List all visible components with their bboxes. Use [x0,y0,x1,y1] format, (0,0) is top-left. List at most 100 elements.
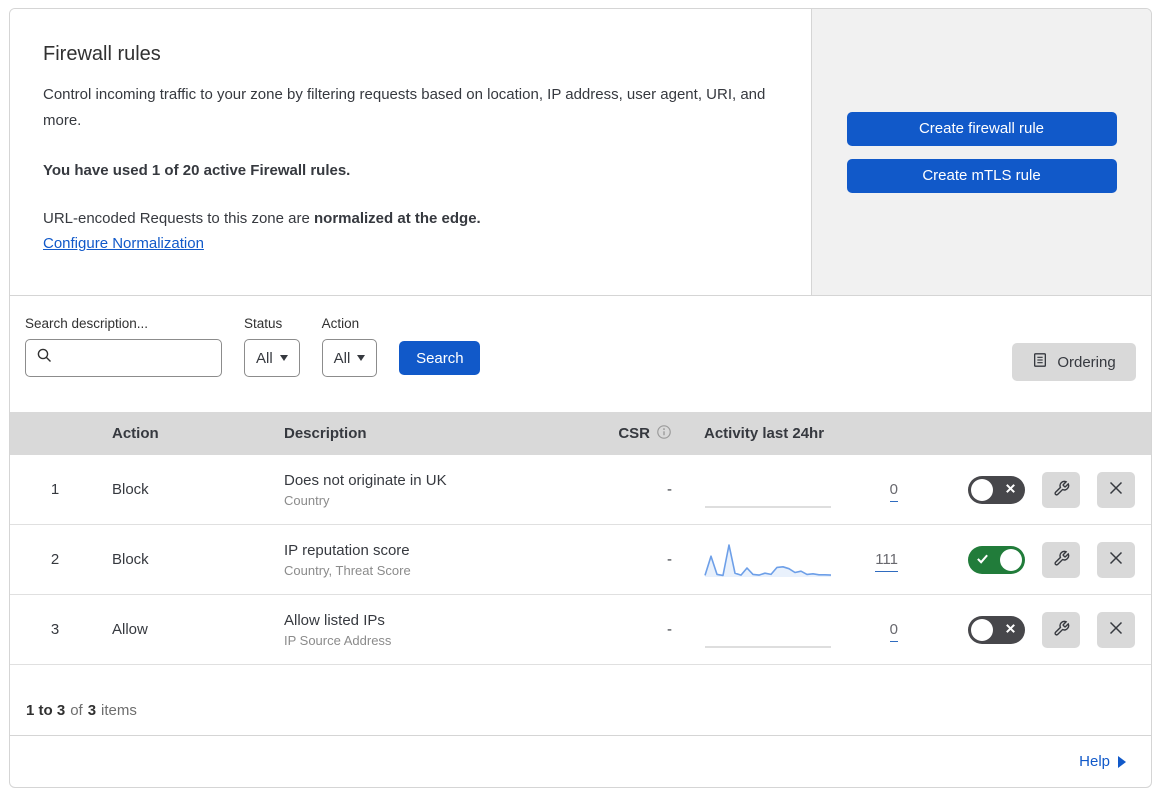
help-link-label: Help [1079,753,1110,770]
close-icon [1107,549,1125,570]
header-actions-panel: Create firewall rule Create mTLS rule [811,9,1151,295]
column-csr-label: CSR [618,425,650,442]
help-link[interactable]: Help [1079,753,1126,770]
activity-count-link[interactable]: 0 [889,620,898,642]
column-activity: Activity last 24hr [704,425,825,442]
rule-number: 1 [50,481,60,498]
edit-rule-button[interactable] [1042,611,1080,648]
rule-activity-cell: 111 [682,540,904,580]
close-icon [1107,479,1125,500]
action-dropdown-value: All [333,349,351,367]
ordering-button-label: Ordering [1057,353,1116,371]
activity-sparkline [704,470,834,510]
header-text-block: Firewall rules Control incoming traffic … [10,9,811,295]
chevron-right-icon [1118,755,1126,768]
info-icon[interactable] [656,424,672,444]
rule-number: 3 [50,621,60,638]
check-icon [976,552,989,570]
search-label: Search description... [25,316,149,331]
page-title: Firewall rules [43,43,161,65]
activity-sparkline [704,610,834,650]
create-firewall-rule-button[interactable]: Create firewall rule [846,111,1117,146]
table-row: 2 Block IP reputation score Country, Thr… [10,525,1151,595]
rule-fields: Country, Threat Score [284,562,411,578]
rule-description: Allow listed IPs [284,611,385,629]
status-dropdown[interactable]: All [244,339,300,377]
delete-rule-button[interactable] [1097,471,1135,508]
rule-description-cell: Allow listed IPs IP Source Address [274,612,592,648]
x-icon [1004,622,1017,640]
firewall-rules-panel: Firewall rules Control incoming traffic … [9,8,1152,788]
column-description: Description [284,425,367,442]
toggle-knob [971,478,993,501]
table-header: Action Description CSR Activity last 24h… [10,412,1151,455]
wrench-icon [1053,480,1070,500]
edit-rule-button[interactable] [1042,541,1080,578]
page-description: Control incoming traffic to your zone by… [43,86,766,129]
rule-controls [904,541,1151,578]
column-action: Action [112,425,159,442]
chevron-down-icon [279,355,288,361]
rule-action: Block [112,481,149,498]
rule-number: 2 [50,551,60,568]
rule-enabled-toggle[interactable] [968,545,1025,574]
filter-bar: Search description... Status All Action [10,296,1151,412]
activity-sparkline [704,540,834,580]
configure-normalization-link[interactable]: Configure Normalization [43,235,204,252]
help-bar: Help [10,736,1151,787]
edit-rule-button[interactable] [1042,471,1080,508]
rule-action: Block [112,551,149,568]
column-csr: CSR [592,424,682,444]
status-label: Status [244,316,283,331]
x-icon [1004,482,1017,500]
rule-csr: - [667,551,672,568]
toggle-knob [1000,548,1022,571]
activity-count-link[interactable]: 0 [889,480,898,502]
delete-rule-button[interactable] [1097,541,1135,578]
pagination-of: of [70,702,83,719]
table-row: 1 Block Does not originate in UK Country… [10,455,1151,525]
rule-csr: - [667,481,672,498]
search-box[interactable] [25,339,240,377]
status-dropdown-value: All [256,349,273,367]
activity-count-link[interactable]: 111 [875,550,898,572]
pagination-total: 3 [87,702,97,719]
rule-fields: IP Source Address [284,632,392,648]
rule-description: IP reputation score [284,541,410,559]
search-button[interactable]: Search [399,341,481,375]
rule-description-cell: Does not originate in UK Country [274,472,592,508]
close-icon [1107,619,1125,640]
ordering-button[interactable]: Ordering [1012,343,1136,381]
action-dropdown[interactable]: All [321,339,378,377]
rule-activity-cell: 0 [682,470,904,510]
rule-controls [904,611,1151,648]
rule-description-cell: IP reputation score Country, Threat Scor… [274,542,592,578]
search-input[interactable] [59,350,240,366]
pagination-status: 1 to 3 of 3 items [10,665,1151,736]
action-label: Action [321,316,360,331]
rule-description: Does not originate in UK [284,471,447,489]
rule-action: Allow [112,621,148,638]
wrench-icon [1053,550,1070,570]
rule-enabled-toggle[interactable] [968,615,1025,644]
create-mtls-rule-button[interactable]: Create mTLS rule [846,158,1117,193]
rule-activity-cell: 0 [682,610,904,650]
usage-summary: You have used 1 of 20 active Firewall ru… [43,162,351,179]
normalization-text: URL-encoded Requests to this zone are [43,210,314,227]
header-section: Firewall rules Control incoming traffic … [10,9,1151,296]
search-icon [36,347,53,369]
rule-controls [904,471,1151,508]
list-document-icon [1032,352,1048,372]
rule-enabled-toggle[interactable] [968,475,1025,504]
toggle-knob [971,618,993,641]
rule-csr: - [667,621,672,638]
table-row: 3 Allow Allow listed IPs IP Source Addre… [10,595,1151,665]
normalization-note: URL-encoded Requests to this zone are no… [43,207,771,231]
chevron-down-icon [357,355,366,361]
normalization-bold: normalized at the edge. [314,210,481,227]
wrench-icon [1053,620,1070,640]
pagination-items: items [101,702,137,719]
rule-fields: Country [284,492,330,508]
pagination-range: 1 to 3 [26,702,66,719]
delete-rule-button[interactable] [1097,611,1135,648]
